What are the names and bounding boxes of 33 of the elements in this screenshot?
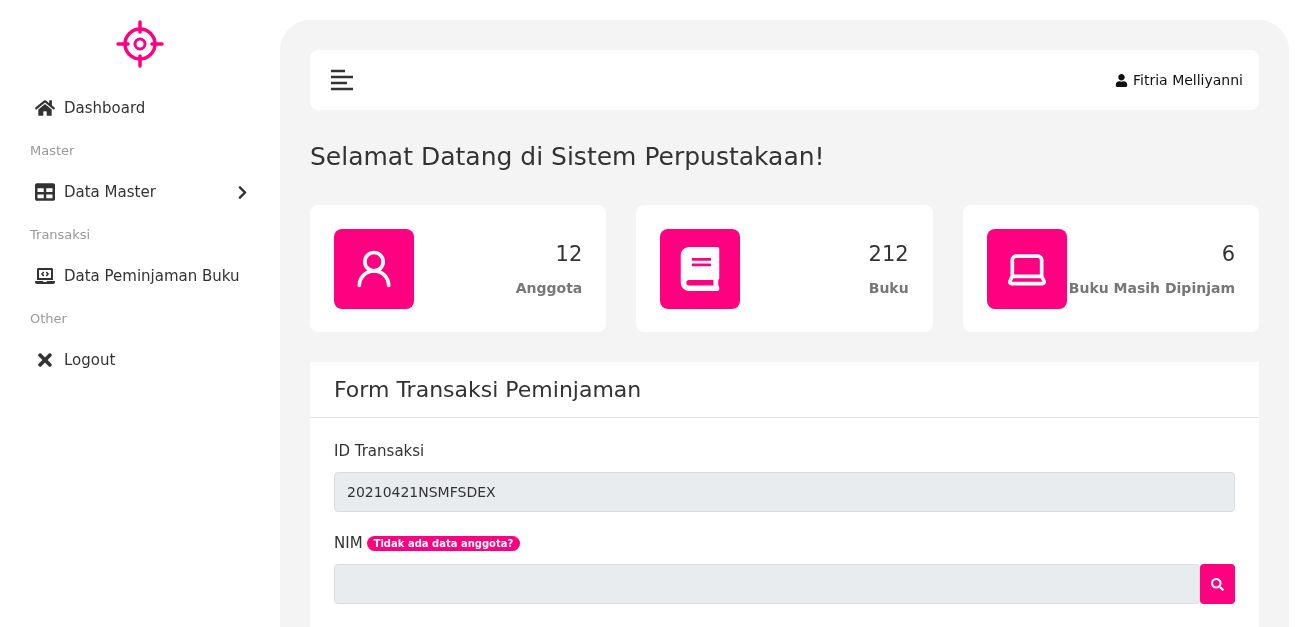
- laptop-icon: [35, 266, 55, 286]
- user-name[interactable]: Fitria Melliyanni: [1115, 72, 1243, 88]
- nav-item[interactable]: Dashboard: [0, 80, 280, 136]
- field-label: ID Transaksi: [334, 442, 425, 460]
- form-title: Form Transaksi Peminjaman: [310, 362, 1259, 418]
- page-heading: Selamat Datang di Sistem Perpustakaan!: [310, 142, 826, 171]
- input-field[interactable]: 20210421NSMFSDEX: [334, 472, 1235, 512]
- search-icon: [1211, 577, 1224, 591]
- stat-value: 6: [1221, 241, 1235, 266]
- laptop-icon: [986, 228, 1067, 309]
- logo-icon: [116, 20, 164, 68]
- field-label: NIM: [334, 534, 363, 552]
- nav-section-label: Master: [29, 141, 76, 160]
- search-button[interactable]: [1200, 564, 1235, 604]
- nav-section-label: Other: [29, 309, 68, 328]
- menu-icon[interactable]: [330, 69, 354, 91]
- nav-item[interactable]: Data Master: [0, 164, 280, 220]
- user-icon: [1115, 73, 1129, 87]
- close-icon: [35, 350, 55, 370]
- stat-value: 212: [868, 241, 909, 266]
- nav-item[interactable]: Data Peminjaman Buku: [0, 248, 280, 304]
- book-icon: [660, 228, 741, 309]
- link-badge[interactable]: Tidak ada data anggota?: [366, 535, 521, 551]
- nav-item[interactable]: Logout: [0, 332, 280, 388]
- stat-label: Buku: [868, 279, 909, 296]
- home-icon: [35, 98, 55, 118]
- stat-label: Buku Masih Dipinjam: [1068, 279, 1235, 296]
- table-icon: [35, 182, 55, 202]
- stat-label: Anggota: [515, 279, 583, 296]
- nav-section-label: Transaksi: [29, 225, 92, 244]
- stat-value: 12: [555, 241, 583, 266]
- person-icon: [334, 228, 414, 309]
- input-field[interactable]: [334, 564, 1200, 604]
